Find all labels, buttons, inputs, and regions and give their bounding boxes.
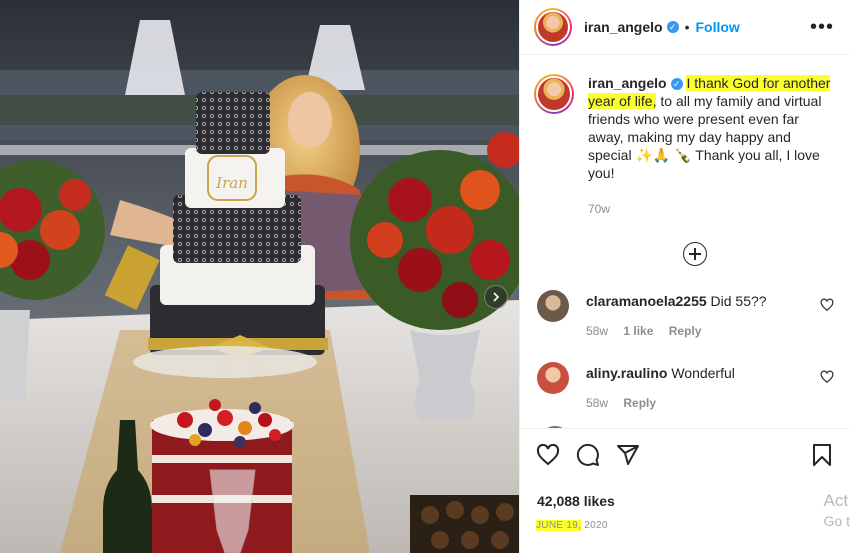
author-avatar[interactable] xyxy=(534,8,572,46)
comment-likes[interactable]: 1 like xyxy=(623,324,653,338)
comment-age[interactable]: 58w xyxy=(586,324,608,338)
post-date[interactable]: JUNE 19, 2020 xyxy=(536,520,834,531)
next-photo-button[interactable] xyxy=(484,285,508,309)
comments-section[interactable]: iran_angelo ✓ I thank God for another yea… xyxy=(520,56,850,428)
caption-avatar[interactable] xyxy=(534,74,574,114)
commenter-avatar[interactable] xyxy=(537,362,569,394)
watermark-line-2: Go t xyxy=(823,513,850,529)
caption-username[interactable]: iran_angelo xyxy=(588,75,667,91)
watermark-line-1: Act xyxy=(823,491,849,510)
comment-item: claramanoela2255 Did 55?? 58w 1 like Rep… xyxy=(534,290,834,338)
caption-age[interactable]: 70w xyxy=(588,202,834,216)
reply-button[interactable]: Reply xyxy=(623,396,656,410)
heart-icon[interactable] xyxy=(820,298,834,312)
bookmark-icon[interactable] xyxy=(810,443,834,467)
date-year: 2020 xyxy=(581,520,608,531)
post-side-panel: iran_angelo ✓ • Follow ••• iran_angelo ✓ … xyxy=(519,0,850,553)
date-highlighted: JUNE 19, xyxy=(536,520,582,531)
verified-icon: ✓ xyxy=(670,78,683,90)
author-username[interactable]: iran_angelo xyxy=(584,19,663,35)
post-header: iran_angelo ✓ • Follow ••• xyxy=(520,0,850,55)
post-caption: iran_angelo ✓ I thank God for another yea… xyxy=(534,74,834,182)
likes-count[interactable]: 42,088 likes xyxy=(537,493,834,509)
share-icon[interactable] xyxy=(616,443,640,467)
comment-text: Did 55?? xyxy=(710,293,767,309)
comment-text: Wonderful xyxy=(671,365,735,381)
plus-circle-icon[interactable] xyxy=(683,242,707,266)
separator-dot: • xyxy=(684,19,690,35)
commenter-username[interactable]: aliny.raulino xyxy=(586,365,667,381)
commenter-avatar[interactable] xyxy=(537,290,569,322)
heart-icon[interactable] xyxy=(536,443,560,467)
cake-inscription: Iran xyxy=(215,174,248,192)
verified-icon: ✓ xyxy=(666,21,679,33)
caption-text: iran_angelo ✓ I thank God for another yea… xyxy=(588,74,834,182)
more-options-icon[interactable]: ••• xyxy=(810,17,834,37)
chevron-right-icon xyxy=(493,292,500,302)
party-cake-image: Iran xyxy=(0,0,519,553)
commenter-username[interactable]: claramanoela2255 xyxy=(586,293,707,309)
follow-button[interactable]: Follow xyxy=(696,19,740,35)
action-bar xyxy=(536,435,834,475)
reply-button[interactable]: Reply xyxy=(669,324,702,338)
post-photo[interactable]: Iran xyxy=(0,0,519,553)
post-actions: 42,088 likes JUNE 19, 2020 xyxy=(520,428,850,531)
windows-activation-watermark: Act Go t xyxy=(824,490,850,532)
comment-icon[interactable] xyxy=(576,443,600,467)
heart-icon[interactable] xyxy=(820,370,834,384)
comment-age[interactable]: 58w xyxy=(586,396,608,410)
comment-item: aliny.raulino Wonderful 58w Reply xyxy=(534,362,834,410)
